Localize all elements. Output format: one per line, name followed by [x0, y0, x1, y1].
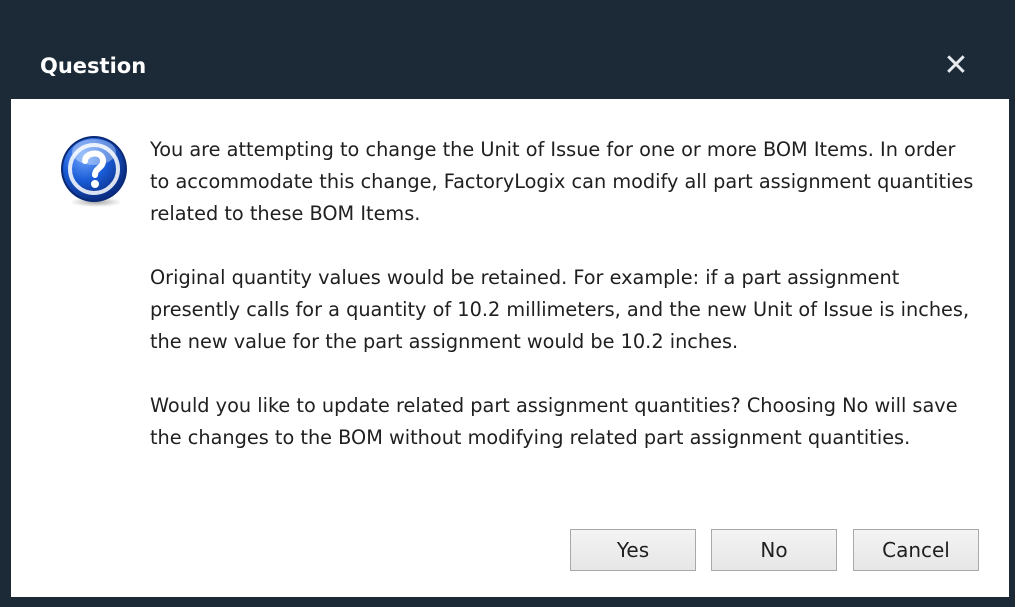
question-icon — [61, 136, 127, 207]
message-text: You are attempting to change the Unit of… — [150, 134, 980, 454]
close-icon[interactable]: ✕ — [940, 50, 972, 82]
dialog-body: You are attempting to change the Unit of… — [11, 99, 1009, 597]
message-paragraph-2: Original quantity values would be retain… — [150, 266, 970, 353]
cancel-button[interactable]: Cancel — [853, 529, 979, 571]
message-paragraph-3: Would you like to update related part as… — [150, 394, 958, 449]
no-button[interactable]: No — [711, 529, 837, 571]
question-dialog: Question ✕ You are attempting to change … — [0, 0, 1015, 607]
message-paragraph-1: You are attempting to change the Unit of… — [150, 138, 974, 225]
yes-button[interactable]: Yes — [570, 529, 696, 571]
dialog-title: Question — [40, 54, 147, 78]
